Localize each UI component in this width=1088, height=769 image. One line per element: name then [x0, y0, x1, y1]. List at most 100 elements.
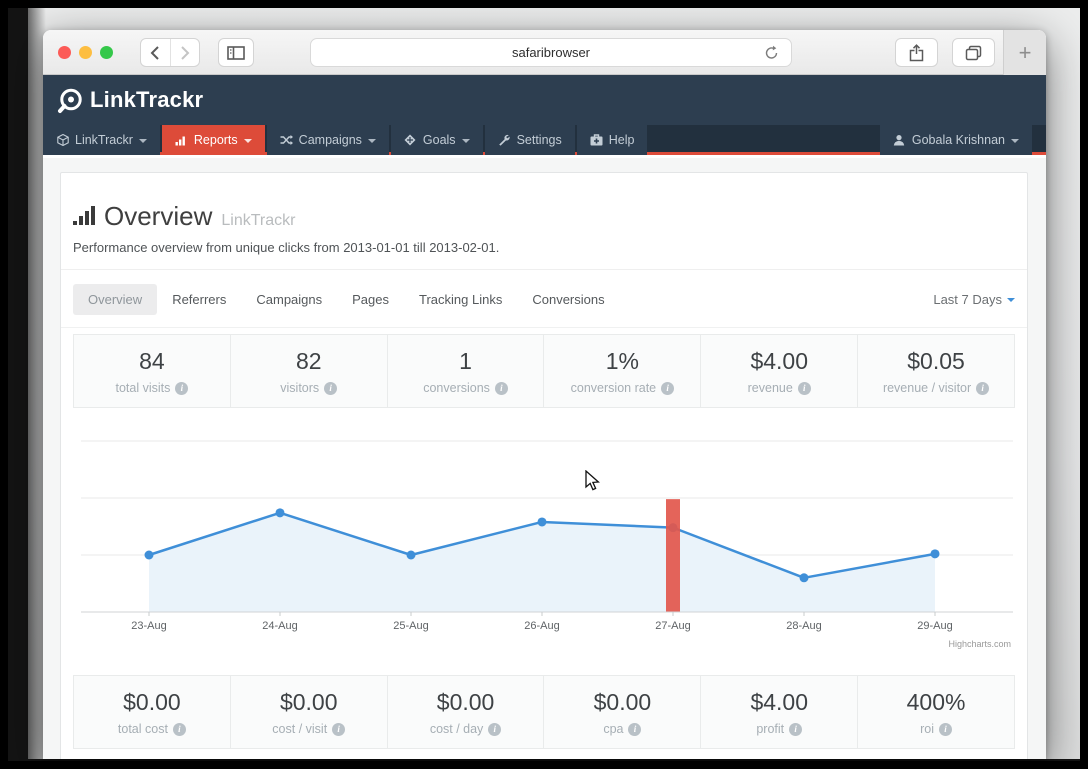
stat-profit: $4.00 profit i — [701, 676, 859, 748]
shuffle-icon — [280, 134, 293, 147]
stat-roi: 400% roi i — [858, 676, 1014, 748]
new-tab-button[interactable]: + — [1003, 30, 1046, 75]
svg-text:25-Aug: 25-Aug — [393, 620, 428, 632]
chevron-down-icon — [138, 138, 147, 143]
back-button[interactable] — [141, 39, 170, 66]
nav-item-settings[interactable]: Settings — [484, 125, 575, 155]
date-range-dropdown[interactable]: Last 7 Days — [933, 292, 1015, 307]
tab-tracking-links[interactable]: Tracking Links — [404, 284, 517, 315]
stat-conversion-rate: 1% conversion rate i — [544, 335, 702, 407]
info-icon[interactable]: i — [175, 381, 189, 395]
stat-visitors: 82 visitors i — [231, 335, 388, 407]
bar-chart-icon — [175, 134, 188, 147]
address-bar[interactable]: safaribrowser — [310, 38, 792, 67]
share-button[interactable] — [895, 38, 938, 67]
plus-icon: + — [1018, 39, 1032, 65]
tab-overview[interactable]: Overview — [73, 284, 158, 315]
nav-label: Goals — [422, 133, 456, 147]
info-icon[interactable]: i — [324, 381, 338, 395]
app-logo[interactable]: LinkTrackr — [57, 87, 203, 114]
user-name: Gobala Krishnan — [911, 133, 1005, 147]
address-bar-text: safaribrowser — [511, 45, 591, 60]
forward-button[interactable] — [169, 39, 200, 66]
stat-revenue: $4.00 revenue i — [701, 335, 859, 407]
sidebar-toggle-button[interactable] — [218, 38, 254, 67]
stat-label: revenue — [747, 381, 793, 395]
svg-text:23-Aug: 23-Aug — [131, 620, 166, 632]
stat-value: $0.00 — [593, 689, 652, 715]
chevron-down-icon — [1007, 298, 1015, 302]
nav-item-goals[interactable]: Goals — [390, 125, 483, 155]
nav-label: Help — [608, 133, 635, 147]
history-nav-group — [140, 38, 200, 67]
info-icon[interactable]: i — [332, 722, 346, 736]
stat-value: 1 — [459, 348, 472, 374]
info-icon[interactable]: i — [488, 722, 502, 736]
user-menu[interactable]: Gobala Krishnan — [879, 125, 1032, 155]
reload-button[interactable] — [764, 45, 779, 64]
svg-text:29-Aug: 29-Aug — [917, 620, 952, 632]
info-icon[interactable]: i — [797, 381, 811, 395]
nav-item-help[interactable]: Help — [576, 125, 648, 155]
wrench-icon — [498, 134, 511, 147]
tab-referrers[interactable]: Referrers — [157, 284, 241, 315]
chart-credits[interactable]: Highcharts.com — [948, 639, 1011, 649]
info-icon[interactable]: i — [661, 381, 675, 395]
browser-toolbar: safaribrowser + — [43, 30, 1046, 75]
tab-campaigns[interactable]: Campaigns — [241, 284, 337, 315]
nav-item-campaigns[interactable]: Campaigns — [266, 125, 389, 155]
chevron-left-icon — [150, 45, 159, 60]
app-header: LinkTrackr — [43, 75, 1046, 125]
tab-conversions[interactable]: Conversions — [517, 284, 619, 315]
page-title-suffix: LinkTrackr — [221, 212, 296, 229]
stat-label: cost / visit — [272, 722, 328, 736]
nav-label: Campaigns — [298, 133, 362, 147]
stat-value: 82 — [295, 348, 322, 374]
overview-card: Overview LinkTrackr Performance overview… — [60, 172, 1028, 759]
stat-cost-per-day: $0.00 cost / day i — [388, 676, 545, 748]
info-icon[interactable]: i — [789, 722, 803, 736]
show-tabs-button[interactable] — [952, 38, 995, 67]
diamond-icon — [404, 134, 417, 147]
safari-window: safaribrowser + LinkTrackr LinkTrackr Re… — [43, 30, 1046, 759]
info-icon[interactable]: i — [494, 381, 508, 395]
close-window-button[interactable] — [58, 46, 71, 59]
chevron-down-icon — [461, 138, 470, 143]
user-icon — [893, 134, 906, 147]
main-navbar: LinkTrackr Reports Campaigns Goals Setti… — [43, 125, 1046, 155]
nav-item-reports[interactable]: Reports — [161, 125, 265, 155]
visits-chart[interactable]: 23-Aug 24-Aug 25-Aug 26-Aug 27-Aug 28-Aug 29-A… — [73, 418, 1015, 655]
linktrackr-logo-icon — [58, 88, 82, 113]
nav-label: Settings — [516, 133, 562, 147]
chevron-down-icon — [243, 138, 252, 143]
nav-item-linktrackr[interactable]: LinkTrackr — [43, 125, 160, 155]
stat-label: conversions — [423, 381, 490, 395]
info-icon[interactable]: i — [976, 381, 990, 395]
brand-name: LinkTrackr — [90, 87, 204, 112]
fullscreen-window-button[interactable] — [100, 46, 113, 59]
cube-icon — [56, 134, 69, 147]
info-icon[interactable]: i — [939, 722, 952, 736]
tabs-overview-icon — [965, 45, 982, 60]
stat-value: 400% — [906, 689, 966, 715]
stat-label: cost / day — [429, 722, 484, 736]
stat-label: total visits — [115, 381, 171, 395]
medkit-icon — [590, 134, 603, 147]
svg-text:27-Aug: 27-Aug — [655, 620, 690, 632]
stat-label: profit — [756, 722, 785, 736]
reload-icon — [765, 45, 778, 59]
stat-label: revenue / visitor — [882, 381, 972, 395]
stats-panel-bottom: $0.00 total cost i $0.00 cost / visit i $0.0… — [73, 675, 1015, 749]
info-icon[interactable]: i — [172, 722, 186, 736]
stat-label: total cost — [117, 722, 168, 736]
report-tabs: Overview Referrers Campaigns Pages Track… — [61, 270, 1027, 328]
stat-value: $0.00 — [436, 689, 495, 715]
desktop-background: safaribrowser + LinkTrackr LinkTrackr Re… — [28, 8, 1080, 759]
svg-text:28-Aug: 28-Aug — [786, 620, 821, 632]
info-icon[interactable]: i — [628, 722, 642, 736]
tab-pages[interactable]: Pages — [337, 284, 404, 315]
nav-label: Reports — [193, 133, 238, 147]
stat-cpa: $0.00 cpa i — [544, 676, 702, 748]
minimize-window-button[interactable] — [79, 46, 92, 59]
bar-chart-title-icon — [73, 206, 95, 225]
